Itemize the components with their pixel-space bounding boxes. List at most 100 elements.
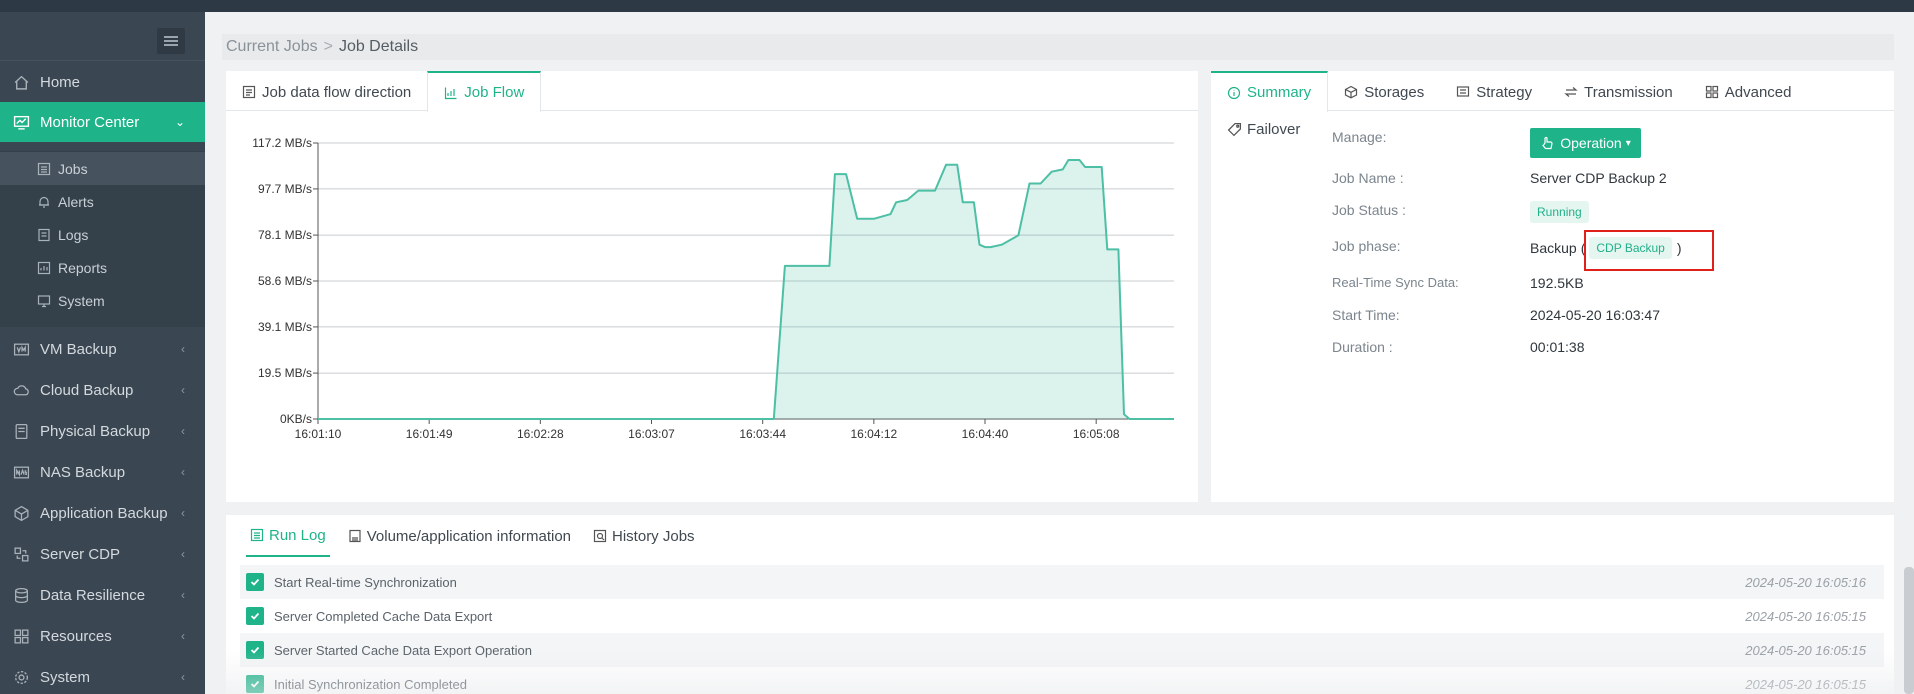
chevron-left-icon: ‹: [181, 506, 185, 520]
chevron-left-icon: ‹: [181, 629, 185, 643]
menu-toggle-button[interactable]: [157, 28, 185, 54]
tab-storages[interactable]: Storages: [1328, 71, 1440, 111]
vm-icon: [12, 340, 30, 358]
sidebar-item-data-resilience[interactable]: Data Resilience ‹: [0, 575, 205, 615]
run-log-list: Start Real-time Synchronization 2024-05-…: [240, 565, 1884, 694]
operation-button[interactable]: Operation ▾: [1530, 128, 1641, 158]
app-icon: [12, 504, 30, 522]
tab-summary[interactable]: Summary: [1211, 71, 1329, 112]
sync-data-value: 192.5KB: [1530, 275, 1584, 291]
tab-label: Job Flow: [464, 84, 525, 101]
breadcrumb-parent-link[interactable]: Current Jobs: [226, 38, 318, 56]
tab-run-log[interactable]: Run Log: [246, 515, 330, 557]
list-item: Server Completed Cache Data Export 2024-…: [240, 599, 1884, 633]
sidebar-subitem-label: Alerts: [58, 193, 94, 210]
failover-label: Failover: [1247, 121, 1301, 138]
job-flow-chart-svg: 0KB/s 19.5 MB/s 39.1 MB/s 58.6 MB/s 78.1 MB/…: [252, 136, 1174, 441]
y-tick-label: 58.6 MB/s: [258, 274, 312, 288]
sidebar-subitem-alerts[interactable]: Alerts: [0, 185, 205, 218]
job-flow-chart: 0KB/s 19.5 MB/s 39.1 MB/s 58.6 MB/s 78.1 MB/…: [226, 123, 1198, 503]
tab-label: Strategy: [1476, 83, 1533, 101]
sidebar-divider: [0, 60, 205, 61]
sidebar-item-label: NAS Backup: [40, 463, 126, 481]
sidebar-item-vm-backup[interactable]: VM Backup ‹: [0, 329, 205, 369]
list-item: Start Real-time Synchronization 2024-05-…: [240, 565, 1884, 599]
job-flow-panel: Job data flow direction Job Flow 0KB/s 19…: [226, 71, 1198, 502]
tab-transmission[interactable]: Transmission: [1548, 71, 1689, 111]
system-icon: [37, 294, 51, 308]
tab-volume-application-information[interactable]: Volume/application information: [344, 515, 575, 557]
sidebar-item-home[interactable]: Home: [0, 62, 205, 102]
sidebar-subitem-jobs[interactable]: Jobs: [0, 152, 205, 185]
start-time-value: 2024-05-20 16:03:47: [1530, 307, 1660, 323]
chevron-left-icon: ‹: [181, 424, 185, 438]
sidebar-item-server-cdp[interactable]: Server CDP ‹: [0, 534, 205, 574]
checkbox-checked-icon: [246, 607, 264, 625]
history-icon: [593, 529, 607, 543]
sidebar-item-physical-backup[interactable]: Physical Backup ‹: [0, 411, 205, 451]
series-area: [318, 160, 1174, 419]
log-timestamp: 2024-05-20 16:05:15: [1745, 676, 1866, 692]
top-bar: [0, 0, 1914, 12]
sidebar-item-label: Cloud Backup: [40, 381, 134, 399]
sidebar-item-nas-backup[interactable]: NAS Backup ‹: [0, 452, 205, 492]
tab-job-flow[interactable]: Job Flow: [427, 71, 542, 112]
failover-link[interactable]: Failover: [1227, 121, 1300, 138]
sidebar-subitem-system[interactable]: System: [0, 284, 205, 317]
sidebar-item-monitor-center[interactable]: Monitor Center ⌄: [0, 102, 205, 142]
scrollbar[interactable]: [1904, 567, 1914, 694]
sidebar-item-resources[interactable]: Resources ‹: [0, 616, 205, 656]
tab-label: Transmission: [1584, 83, 1673, 101]
x-tick-label: 16:01:49: [406, 427, 453, 441]
y-tick-label: 117.2 MB/s: [252, 136, 312, 150]
sidebar-item-cloud-backup[interactable]: Cloud Backup ‹: [0, 370, 205, 410]
duration-value: 00:01:38: [1530, 339, 1585, 355]
x-tick-label: 16:04:12: [850, 427, 897, 441]
chart-icon: [444, 86, 458, 100]
job-name-label: Job Name :: [1332, 170, 1404, 186]
log-icon: [37, 228, 51, 242]
tab-label: Storages: [1364, 83, 1425, 101]
sidebar-subitem-logs[interactable]: Logs: [0, 218, 205, 251]
sidebar-item-label: Resources: [40, 627, 112, 645]
nas-icon: [12, 463, 30, 481]
sidebar-subitem-label: Reports: [58, 259, 108, 276]
x-tick-label: 16:01:10: [295, 427, 342, 441]
y-tick-label: 19.5 MB/s: [258, 366, 312, 380]
tab-label: Job data flow direction: [262, 83, 412, 101]
y-tick-label: 39.1 MB/s: [258, 320, 312, 334]
tab-job-data-flow-direction[interactable]: Job data flow direction: [226, 71, 427, 111]
sidebar-item-label: Data Resilience: [40, 586, 146, 604]
sync-data-label: Real-Time Sync Data:: [1332, 275, 1459, 290]
log-message: Server Started Cache Data Export Operati…: [274, 642, 532, 658]
tab-advanced[interactable]: Advanced: [1689, 71, 1808, 111]
log-timestamp: 2024-05-20 16:05:15: [1745, 642, 1866, 658]
breadcrumb-separator: >: [323, 38, 333, 55]
x-tick-label: 16:03:44: [739, 427, 786, 441]
sidebar-item-label: Application Backup: [40, 504, 168, 522]
chart-tabs: Job data flow direction Job Flow: [226, 71, 1198, 112]
duration-label: Duration :: [1332, 339, 1393, 355]
summary-panel: Summary Storages Strategy Transmission A…: [1211, 71, 1894, 502]
sidebar-subitem-reports[interactable]: Reports: [0, 251, 205, 284]
chevron-left-icon: ‹: [181, 547, 185, 561]
sidebar-item-system[interactable]: System ‹: [0, 657, 205, 694]
x-tick-label: 16:02:28: [517, 427, 564, 441]
tab-strategy[interactable]: Strategy: [1440, 71, 1548, 111]
report-icon: [37, 261, 51, 275]
chevron-down-icon: ⌄: [174, 115, 185, 129]
grid-icon: [12, 627, 30, 645]
x-tick-label: 16:04:40: [962, 427, 1009, 441]
runlog-icon: [250, 528, 264, 542]
tab-history-jobs[interactable]: History Jobs: [589, 515, 699, 557]
log-message: Start Real-time Synchronization: [274, 574, 457, 590]
log-message: Initial Synchronization Completed: [274, 676, 467, 692]
cube-icon: [1344, 85, 1358, 99]
tab-label: Volume/application information: [366, 527, 572, 545]
y-tick-label: 0KB/s: [280, 412, 312, 426]
job-status-value: Running: [1530, 201, 1589, 223]
cloud-icon: [12, 381, 30, 399]
job-phase-label: Job phase:: [1332, 238, 1401, 254]
sidebar-item-application-backup[interactable]: Application Backup ‹: [0, 493, 205, 533]
checkbox-checked-icon: [246, 675, 264, 693]
